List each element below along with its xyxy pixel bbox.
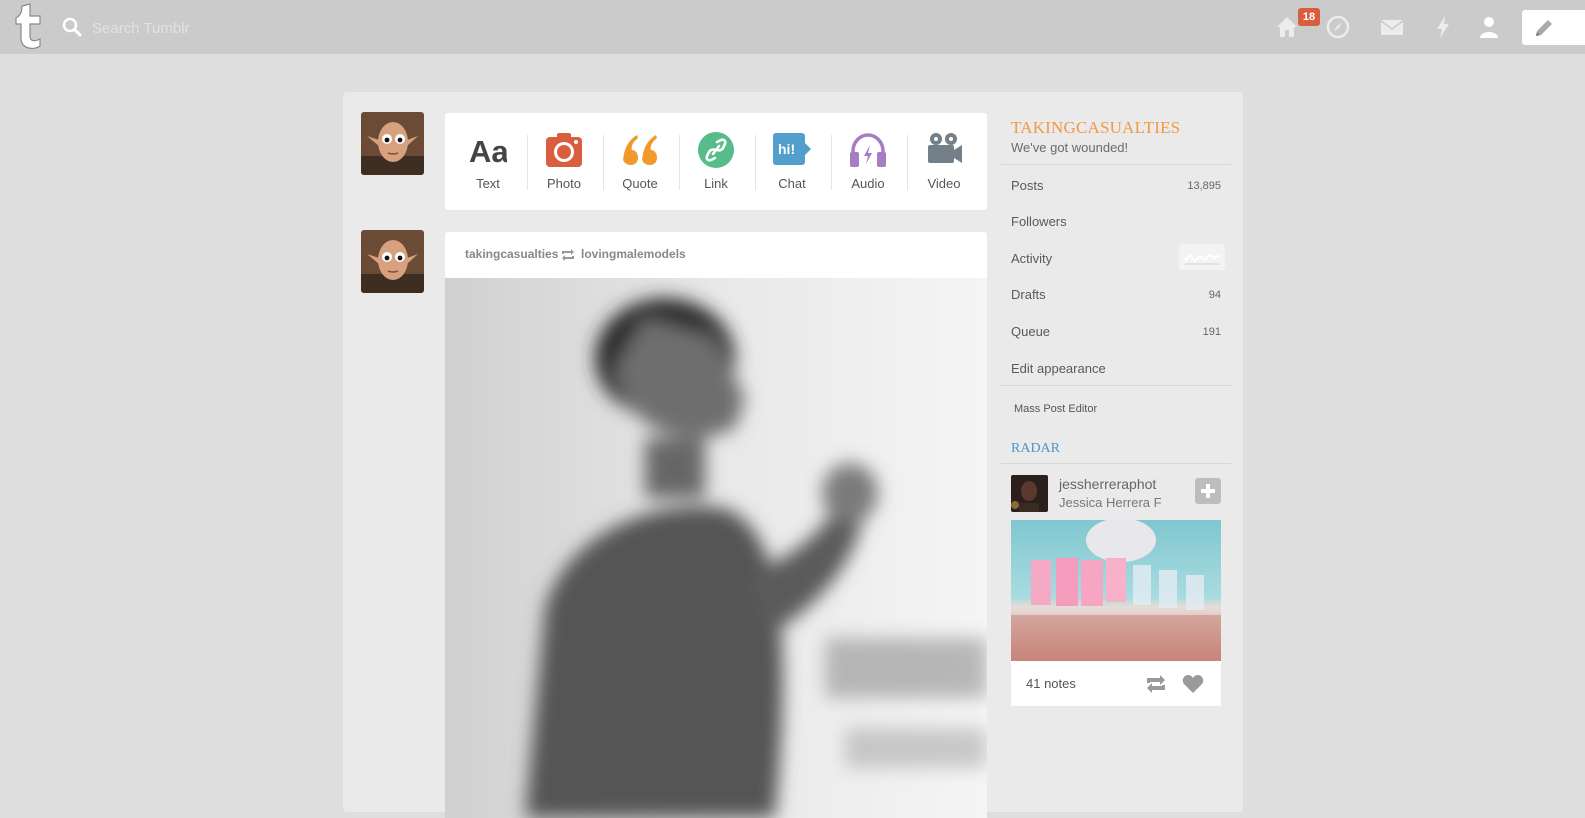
post-type-label: Chat — [778, 176, 806, 191]
compose-button[interactable] — [1522, 10, 1585, 45]
search-icon — [62, 17, 82, 37]
post-type-photo[interactable]: Photo — [526, 113, 602, 210]
reblog-source-link[interactable]: lovingmalemodels — [581, 247, 686, 261]
dashboard-container: Aa Text Photo Quote Link hi! Chat Audio … — [343, 92, 1243, 818]
post-photo-image — [445, 278, 987, 818]
explore-icon[interactable] — [1325, 14, 1351, 40]
compose-icon — [1536, 20, 1552, 36]
heart-icon[interactable] — [1182, 674, 1204, 694]
svg-text:Aa: Aa — [469, 134, 507, 169]
sparkline-icon — [1184, 253, 1221, 265]
follow-button[interactable] — [1195, 478, 1221, 504]
notification-badge: 18 — [1298, 8, 1320, 26]
audio-icon — [850, 133, 886, 167]
post-type-audio[interactable]: Audio — [830, 113, 906, 210]
post-type-selector: Aa Text Photo Quote Link hi! Chat Audio … — [445, 113, 987, 210]
sidebar-item-queue[interactable]: Queue 191 — [1011, 324, 1221, 344]
post-author-link[interactable]: takingcasualties — [465, 247, 558, 261]
sidebar-item-label: Followers — [1011, 214, 1067, 229]
divider — [1001, 164, 1231, 165]
tumblr-logo-icon[interactable] — [12, 2, 46, 50]
avatar-image — [361, 230, 424, 293]
top-bar: 18 — [0, 0, 1585, 54]
radar-display-name: Jessica Herrera F — [1059, 495, 1162, 510]
video-icon — [928, 133, 962, 163]
reblog-icon[interactable] — [1145, 674, 1167, 694]
home-icon[interactable] — [1274, 14, 1300, 40]
camera-icon — [546, 133, 582, 167]
account-icon[interactable] — [1476, 14, 1502, 40]
post-type-label: Video — [927, 176, 961, 191]
chat-icon: hi! — [773, 133, 811, 165]
search-input[interactable] — [90, 15, 334, 41]
post-type-label: Photo — [547, 176, 581, 191]
radar-heading: RADAR — [1011, 441, 1061, 456]
blog-title[interactable]: TAKINGCASUALTIES — [1011, 118, 1180, 138]
radar-username[interactable]: jessherreraphot — [1059, 476, 1156, 492]
plus-icon — [1201, 484, 1215, 498]
sidebar-item-count: 94 — [1208, 289, 1221, 301]
sidebar-item-label: Activity — [1011, 251, 1053, 266]
text-icon: Aa — [469, 134, 507, 169]
radar-post-photo[interactable] — [1011, 520, 1221, 661]
user-avatar[interactable] — [361, 112, 424, 175]
divider — [1001, 463, 1231, 464]
post-author-avatar[interactable] — [361, 230, 424, 293]
avatar-image — [1011, 475, 1048, 512]
blog-subtitle: We've got wounded! — [1011, 140, 1129, 155]
post-type-quote[interactable]: Quote — [602, 113, 678, 210]
avatar-image — [361, 112, 424, 175]
post-type-label: Text — [476, 176, 500, 191]
sidebar-item-count: 191 — [1202, 326, 1221, 338]
reblog-icon — [562, 249, 574, 261]
mass-post-editor-link[interactable]: Mass Post Editor — [1014, 403, 1097, 415]
sidebar-item-followers[interactable]: Followers — [1011, 214, 1221, 234]
mail-icon[interactable] — [1379, 14, 1405, 40]
sidebar-item-drafts[interactable]: Drafts 94 — [1011, 287, 1221, 307]
quote-icon — [623, 135, 657, 165]
link-icon — [698, 132, 734, 168]
activity-sparkline[interactable] — [1179, 244, 1225, 270]
post-type-link[interactable]: Link — [678, 113, 754, 210]
post-type-video[interactable]: Video — [906, 113, 982, 210]
sidebar-item-label: Queue — [1011, 324, 1051, 339]
sidebar-item-label: Posts — [1011, 178, 1044, 193]
post-type-label: Audio — [851, 176, 885, 191]
post-type-chat[interactable]: hi! Chat — [754, 113, 830, 210]
radar-user-avatar[interactable] — [1011, 475, 1048, 512]
post-photo[interactable] — [445, 278, 987, 818]
radar-photo-image — [1011, 520, 1221, 661]
post-header: takingcasualties lovingmalemodels — [445, 232, 987, 278]
sidebar-item-edit-appearance[interactable]: Edit appearance — [1011, 361, 1221, 381]
divider — [1001, 385, 1231, 386]
sidebar-item-label: Edit appearance — [1011, 361, 1106, 376]
sidebar-item-posts[interactable]: Posts 13,895 — [1011, 178, 1221, 198]
post-type-text[interactable]: Aa Text — [450, 113, 526, 210]
notes-count[interactable]: 41 notes — [1026, 676, 1076, 691]
post-type-label: Link — [704, 176, 728, 191]
radar-post-footer: 41 notes — [1011, 661, 1221, 706]
activity-icon[interactable] — [1430, 14, 1456, 40]
post-type-label: Quote — [622, 176, 658, 191]
svg-text:hi!: hi! — [778, 141, 795, 157]
sidebar-item-label: Drafts — [1011, 287, 1046, 302]
sidebar-item-count: 13,895 — [1187, 180, 1221, 192]
